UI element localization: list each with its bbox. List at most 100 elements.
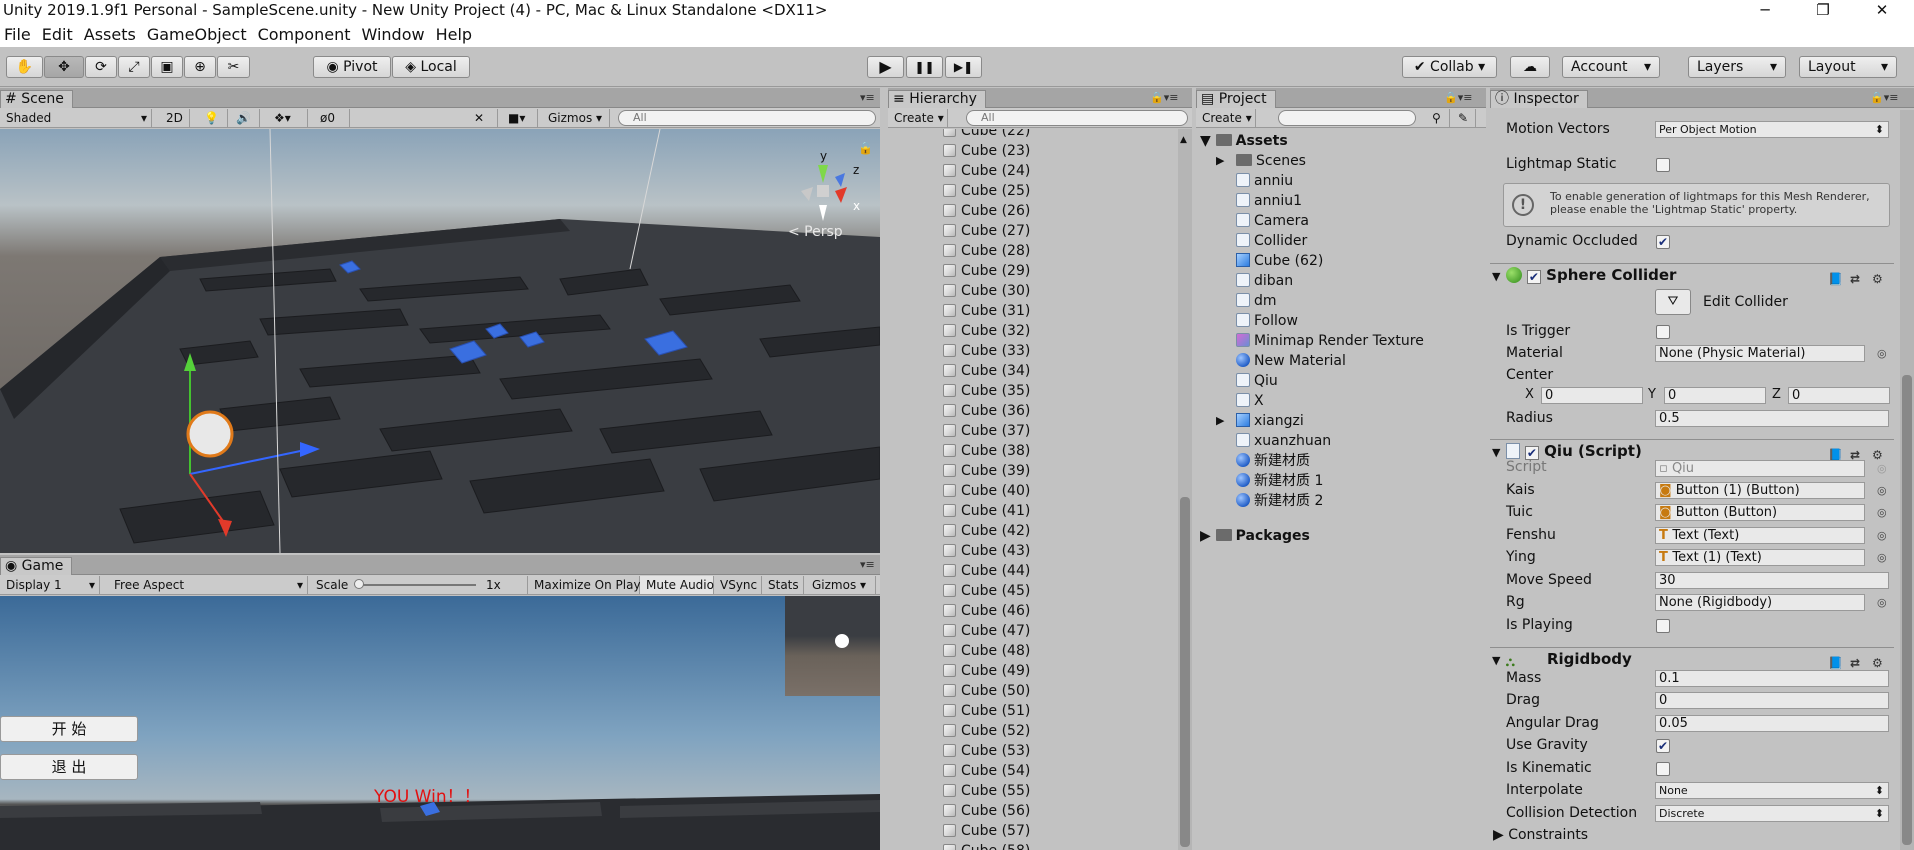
- interpolate-dropdown[interactable]: None ⬍: [1655, 782, 1889, 799]
- move-tool-icon[interactable]: ✥: [44, 56, 84, 78]
- stats-toggle[interactable]: Stats: [762, 576, 804, 594]
- project-asset-item[interactable]: Cube (62): [1236, 251, 1323, 271]
- hierarchy-search-input[interactable]: All: [966, 110, 1188, 126]
- hierarchy-item[interactable]: Cube (46): [943, 601, 1030, 621]
- hierarchy-item[interactable]: Cube (43): [943, 541, 1030, 561]
- scene-viewport[interactable]: y z x < Persp 🔒: [0, 129, 880, 553]
- restore-button[interactable]: ❐: [1803, 0, 1843, 22]
- inspector-scroll-thumb[interactable]: [1902, 375, 1912, 845]
- hierarchy-item[interactable]: Cube (58): [943, 841, 1030, 850]
- menu-help[interactable]: Help: [432, 22, 476, 47]
- motion-vectors-dropdown[interactable]: Per Object Motion ⬍: [1655, 121, 1889, 138]
- hierarchy-scroll-thumb[interactable]: [1180, 497, 1190, 847]
- minimize-button[interactable]: ─: [1745, 0, 1785, 22]
- panel-menu-icon[interactable]: ▾≡: [860, 558, 875, 571]
- shading-mode-dropdown[interactable]: Shaded ▾: [0, 109, 152, 127]
- project-asset-item[interactable]: 新建材质: [1236, 451, 1310, 471]
- center-y-field[interactable]: 0: [1664, 387, 1766, 404]
- hierarchy-item[interactable]: Cube (41): [943, 501, 1030, 521]
- is-trigger-checkbox[interactable]: [1656, 325, 1670, 339]
- preset-icon[interactable]: ⇄: [1850, 268, 1860, 290]
- qiu-enabled-checkbox[interactable]: ✔: [1524, 446, 1539, 460]
- project-asset-item[interactable]: diban: [1236, 271, 1293, 291]
- menu-file[interactable]: File: [0, 22, 35, 47]
- object-picker-icon[interactable]: ◎: [1877, 551, 1887, 564]
- orientation-gizmo[interactable]: y z x: [775, 149, 865, 229]
- hierarchy-item[interactable]: Cube (23): [943, 141, 1030, 161]
- object-picker-icon[interactable]: ◎: [1877, 529, 1887, 542]
- project-asset-item[interactable]: New Material: [1236, 351, 1346, 371]
- hierarchy-item[interactable]: Cube (52): [943, 721, 1030, 741]
- hierarchy-item[interactable]: Cube (56): [943, 801, 1030, 821]
- start-button[interactable]: 开 始: [0, 716, 138, 742]
- hierarchy-item[interactable]: Cube (22): [943, 129, 1030, 141]
- expand-arrow-icon[interactable]: ▶: [1216, 151, 1224, 171]
- project-asset-item[interactable]: ▶ Scenes: [1216, 151, 1306, 171]
- rotate-tool-icon[interactable]: ⟳: [85, 56, 117, 78]
- cloud-icon[interactable]: ☁: [1510, 56, 1550, 78]
- hierarchy-item[interactable]: Cube (33): [943, 341, 1030, 361]
- exit-button[interactable]: 退 出: [0, 754, 138, 780]
- menu-component[interactable]: Component: [254, 22, 355, 47]
- filter-by-label-icon[interactable]: ✎: [1452, 109, 1476, 127]
- project-asset-item[interactable]: ▶ xiangzi: [1216, 411, 1304, 431]
- account-dropdown[interactable]: Account ▾: [1562, 56, 1660, 78]
- hidden-objects-toggle[interactable]: ø0: [314, 109, 350, 127]
- material-field[interactable]: None (Physic Material): [1655, 345, 1865, 362]
- hierarchy-item[interactable]: Cube (29): [943, 261, 1030, 281]
- lock-icon[interactable]: 🔒▾≡: [1150, 91, 1178, 104]
- menu-window[interactable]: Window: [357, 22, 428, 47]
- sphere-object[interactable]: [186, 410, 234, 458]
- hierarchy-item[interactable]: Cube (25): [943, 181, 1030, 201]
- display-dropdown[interactable]: Display 1 ▾: [0, 576, 100, 594]
- game-viewport[interactable]: 开 始 退 出 YOU Win！！: [0, 596, 880, 850]
- help-icon[interactable]: 📘: [1828, 268, 1843, 290]
- audio-toggle-icon[interactable]: 🔊: [230, 109, 260, 127]
- projection-toggle[interactable]: < Persp: [788, 224, 843, 240]
- hierarchy-item[interactable]: Cube (44): [943, 561, 1030, 581]
- scale-thumb[interactable]: [354, 579, 364, 589]
- local-toggle[interactable]: ◈ Local: [392, 56, 470, 78]
- kais-field[interactable]: ◙ Button (1) (Button): [1655, 482, 1865, 499]
- play-button[interactable]: ▶: [867, 56, 904, 78]
- qiu-script-header[interactable]: ▼ ✔ Qiu (Script) 📘 ⇄ ⚙: [1490, 439, 1894, 462]
- packages-folder[interactable]: ▶ Packages: [1200, 526, 1310, 546]
- hierarchy-item[interactable]: Cube (50): [943, 681, 1030, 701]
- 2d-toggle[interactable]: 2D: [160, 109, 190, 127]
- hierarchy-item[interactable]: Cube (53): [943, 741, 1030, 761]
- project-asset-item[interactable]: Collider: [1236, 231, 1307, 251]
- lightmap-static-checkbox[interactable]: [1656, 158, 1670, 172]
- aspect-dropdown[interactable]: Free Aspect ▾: [108, 576, 308, 594]
- gear-icon[interactable]: ⚙: [1872, 268, 1883, 290]
- lock-icon[interactable]: 🔒: [858, 141, 873, 155]
- project-asset-item[interactable]: Follow: [1236, 311, 1298, 331]
- project-asset-item[interactable]: Camera: [1236, 211, 1309, 231]
- project-asset-item[interactable]: Qiu: [1236, 371, 1278, 391]
- menu-edit[interactable]: Edit: [38, 22, 77, 47]
- inspector-scrollbar[interactable]: [1900, 110, 1914, 850]
- expand-arrow-icon[interactable]: ▼: [1200, 133, 1216, 149]
- hierarchy-scrollbar[interactable]: ▲: [1178, 129, 1192, 850]
- tab-game[interactable]: ◉ Game: [0, 557, 73, 575]
- tab-hierarchy[interactable]: ≡ Hierarchy: [888, 90, 986, 108]
- hand-tool-icon[interactable]: ✋: [6, 56, 43, 78]
- tab-inspector[interactable]: ⓘ Inspector: [1490, 90, 1588, 108]
- sphere-collider-enabled-checkbox[interactable]: ✔: [1526, 270, 1541, 284]
- close-button[interactable]: ✕: [1862, 0, 1902, 22]
- hierarchy-item[interactable]: Cube (47): [943, 621, 1030, 641]
- scale-tool-icon[interactable]: ⤢: [118, 56, 150, 78]
- lock-icon[interactable]: 🔒▾≡: [1444, 91, 1472, 104]
- collab-dropdown[interactable]: ✔ Collab ▾: [1402, 56, 1497, 78]
- ying-field[interactable]: T Text (1) (Text): [1655, 549, 1865, 566]
- maximize-on-play-toggle[interactable]: Maximize On Play: [528, 576, 641, 594]
- hierarchy-item[interactable]: Cube (30): [943, 281, 1030, 301]
- is-kinematic-checkbox[interactable]: [1656, 762, 1670, 776]
- move-speed-field[interactable]: 30: [1655, 572, 1889, 589]
- angular-drag-field[interactable]: 0.05: [1655, 715, 1889, 732]
- effects-dropdown-icon[interactable]: ❖▾: [268, 109, 308, 127]
- project-asset-item[interactable]: anniu: [1236, 171, 1293, 191]
- project-asset-item[interactable]: 新建材质 2: [1236, 491, 1323, 511]
- transform-tool-icon[interactable]: ⊕: [184, 56, 216, 78]
- project-asset-item[interactable]: xuanzhuan: [1236, 431, 1331, 451]
- tab-project[interactable]: ▤ Project: [1196, 90, 1276, 108]
